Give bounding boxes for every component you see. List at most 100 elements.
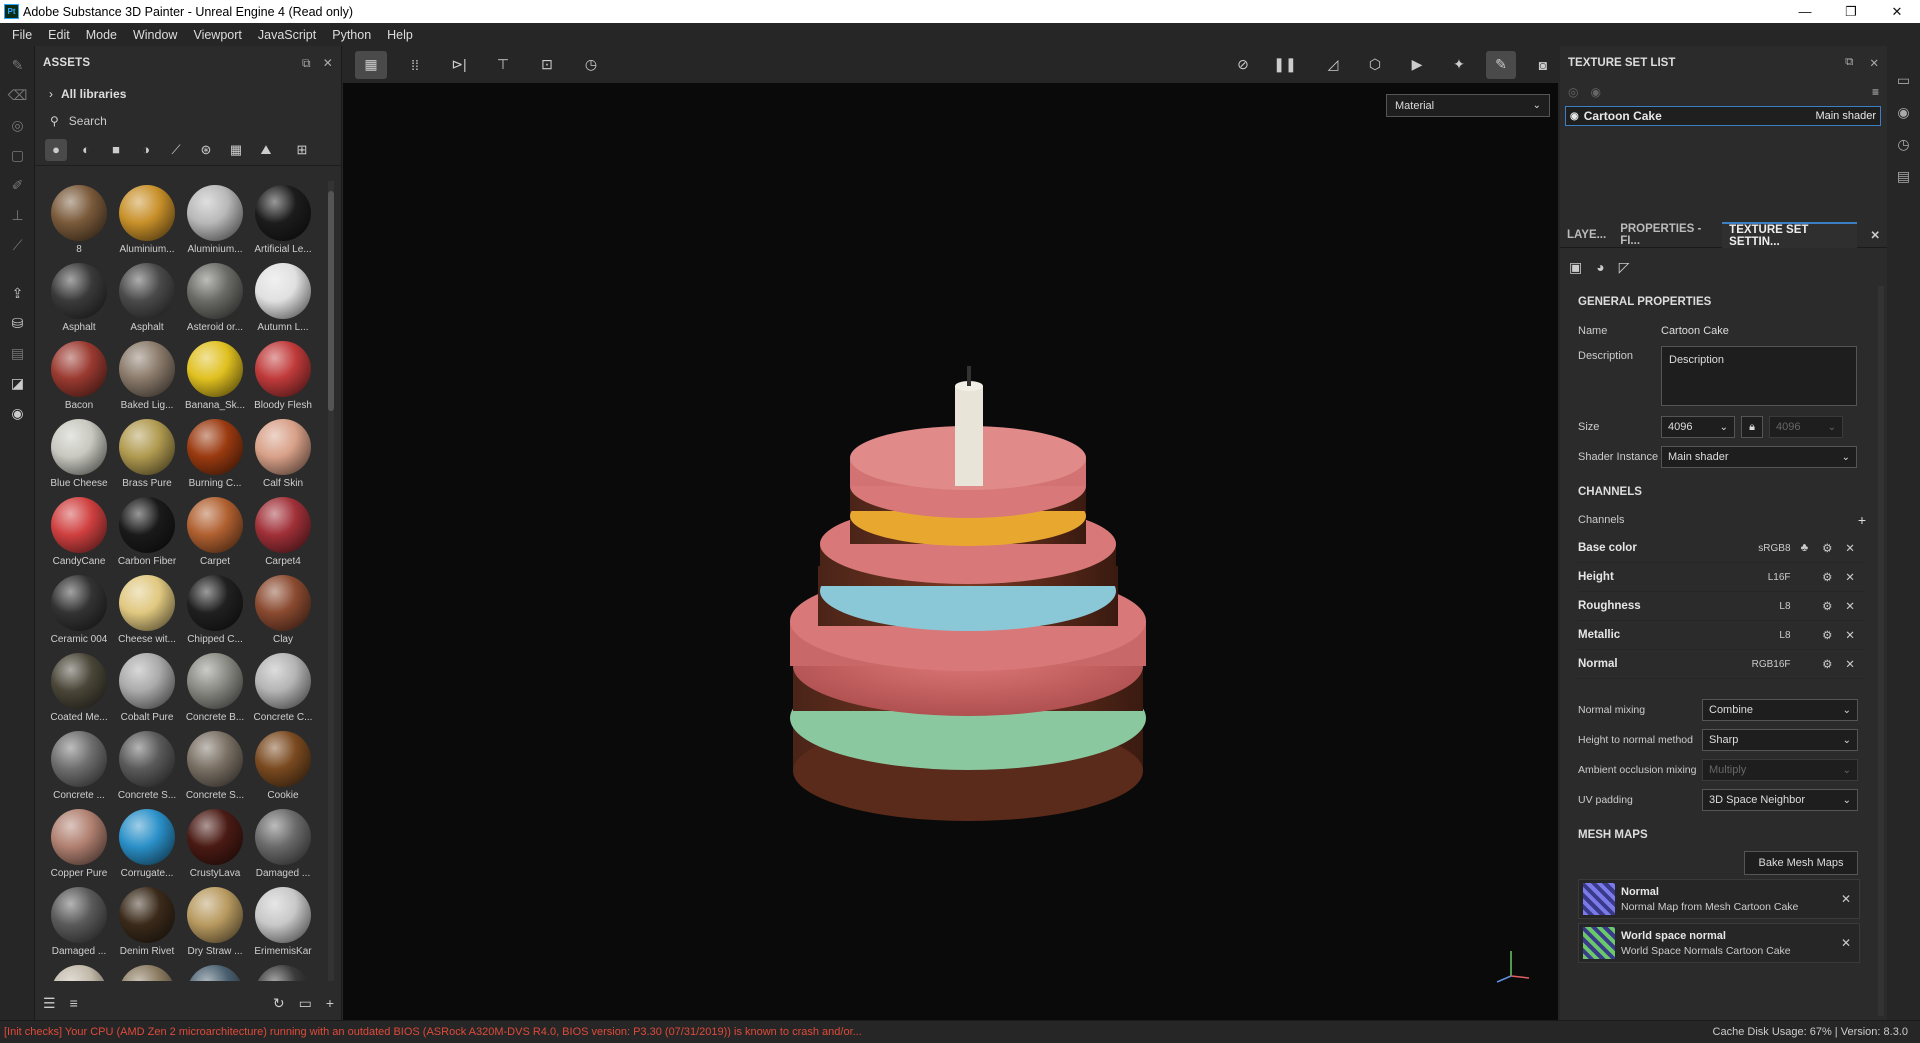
asset-tile[interactable]: Burning C...	[181, 415, 249, 493]
asset-tile[interactable]: 8	[45, 181, 113, 259]
search-input[interactable]: ⚲ Search	[35, 108, 341, 134]
remove-channel-icon[interactable]: ✕	[1836, 541, 1864, 555]
remove-channel-icon[interactable]: ✕	[1836, 570, 1864, 584]
menu-javascript[interactable]: JavaScript	[250, 28, 324, 42]
asset-tile[interactable]: Dry Straw ...	[181, 883, 249, 961]
gear-icon[interactable]: ⚙	[1818, 657, 1836, 671]
channel-row[interactable]: Height L16F ⚙ ✕	[1578, 563, 1864, 592]
menu-icon[interactable]: ≡	[1872, 85, 1879, 99]
close-icon[interactable]: ✕	[1874, 0, 1920, 23]
setting-select[interactable]: Combine ⌄	[1702, 699, 1858, 721]
menu-python[interactable]: Python	[324, 28, 379, 42]
solo-icon[interactable]: ◎	[1568, 85, 1578, 99]
shader-settings-icon[interactable]: ◪	[0, 368, 35, 398]
history-icon[interactable]: ◷	[575, 51, 607, 79]
gear-icon[interactable]: ⚙	[1818, 628, 1836, 642]
asset-tile[interactable]: Carpet	[181, 493, 249, 571]
mesh-map-item[interactable]: World space normal World Space Normals Ca…	[1578, 923, 1860, 963]
asset-tile[interactable]: Corrugate...	[113, 805, 181, 883]
material-icon[interactable]: ◕	[1596, 259, 1604, 275]
status-error-message[interactable]: [Init checks] Your CPU (AMD Zen 2 microa…	[4, 1026, 862, 1038]
asset-tile[interactable]: Concrete ...	[45, 727, 113, 805]
channel-format[interactable]: sRGB8	[1727, 543, 1790, 554]
pause-icon[interactable]: ❚❚	[1270, 51, 1300, 79]
remove-channel-icon[interactable]: ✕	[1836, 599, 1864, 613]
asset-tile[interactable]: CandyCane	[45, 493, 113, 571]
mesh-map-item[interactable]: Normal Normal Map from Mesh Cartoon Cake ✕	[1578, 879, 1860, 919]
asset-tile[interactable]: Bloody Flesh	[249, 337, 317, 415]
gear-icon[interactable]: ⚙	[1818, 570, 1836, 584]
close-panel-icon[interactable]: ✕	[1869, 56, 1879, 70]
menu-window[interactable]: Window	[125, 28, 185, 42]
3d-view-icon[interactable]: ⬡	[1360, 51, 1390, 79]
viewport[interactable]: ▦ ⁞⁞ ⊳| ⊤ ⊡ ◷ ⊘ ❚❚ ◿ ⬡ ▶ ✦ ✎ ◙ Material ⌄	[343, 46, 1558, 1020]
asset-tile[interactable]: Aluminium...	[113, 181, 181, 259]
symmetry-icon[interactable]: ⊳|	[443, 51, 475, 79]
channel-format[interactable]: L8	[1727, 630, 1790, 641]
size-select[interactable]: 4096 ⌄	[1661, 416, 1735, 438]
remove-mesh-map-icon[interactable]: ✕	[1841, 892, 1851, 906]
asset-tile[interactable]: Ceramic 004	[45, 571, 113, 649]
remove-mesh-map-icon[interactable]: ✕	[1841, 936, 1851, 950]
asset-tile[interactable]: Carbon Fiber	[113, 493, 181, 571]
properties-scrollbar[interactable]	[1878, 286, 1884, 1016]
paint-brush-icon[interactable]: ✎	[0, 50, 35, 80]
asset-tile[interactable]: Cookie	[249, 727, 317, 805]
import-icon[interactable]: ▭	[299, 995, 312, 1012]
asset-tile[interactable]	[113, 961, 181, 981]
log-icon[interactable]: ▤	[1887, 160, 1920, 192]
asset-tile[interactable]: Damaged ...	[45, 883, 113, 961]
smart-materials-filter-icon[interactable]: ◐	[75, 139, 97, 161]
channel-row[interactable]: Normal RGB16F ⚙ ✕	[1578, 650, 1864, 679]
description-field[interactable]: Description	[1661, 346, 1857, 406]
asset-tile[interactable]: Copper Pure	[45, 805, 113, 883]
menu-edit[interactable]: Edit	[40, 28, 78, 42]
asset-tile[interactable]: Blue Cheese	[45, 415, 113, 493]
grid-view-icon[interactable]: ⊞	[291, 139, 313, 161]
close-icon[interactable]: ✕	[1863, 228, 1887, 242]
smudge-icon[interactable]: ✐	[0, 170, 35, 200]
menu-file[interactable]: File	[4, 28, 40, 42]
tiling-icon[interactable]: ⁞⁞	[399, 51, 431, 79]
gear-icon[interactable]: ⚙	[1818, 599, 1836, 613]
setting-select[interactable]: 3D Space Neighbor ⌄	[1702, 789, 1858, 811]
asset-tile[interactable]: Concrete C...	[249, 649, 317, 727]
asset-tile[interactable]: Denim Rivet	[113, 883, 181, 961]
smart-masks-filter-icon[interactable]: ◑	[135, 139, 157, 161]
clone-icon[interactable]: ⊥	[0, 200, 35, 230]
details-view-icon[interactable]: ≡	[70, 995, 78, 1011]
remove-channel-icon[interactable]: ✕	[1836, 657, 1864, 671]
minimize-icon[interactable]: —	[1782, 0, 1828, 23]
channel-format[interactable]: RGB16F	[1727, 659, 1791, 670]
projection-icon[interactable]: ◎	[0, 110, 35, 140]
restore-icon[interactable]: ❐	[1828, 0, 1874, 23]
asset-tile[interactable]	[181, 961, 249, 981]
2d-view-icon[interactable]: ◿	[1318, 51, 1348, 79]
gear-icon[interactable]: ⚙	[1818, 541, 1836, 555]
comments-icon[interactable]: ▭	[1887, 64, 1920, 96]
add-channel-icon[interactable]: +	[1858, 512, 1866, 528]
color-profile-icon[interactable]: ♣	[1791, 542, 1819, 554]
grunges-filter-icon[interactable]: ▦	[225, 139, 247, 161]
refresh-icon[interactable]: ↻	[273, 995, 285, 1012]
frame-icon[interactable]: ⊡	[531, 51, 563, 79]
asset-tile[interactable]: Brass Pure	[113, 415, 181, 493]
asset-tile[interactable]: Artificial Le...	[249, 181, 317, 259]
align-icon[interactable]: ⊤	[487, 51, 519, 79]
menu-help[interactable]: Help	[379, 28, 421, 42]
eraser-icon[interactable]: ⌫	[0, 80, 35, 110]
channel-row[interactable]: Metallic L8 ⚙ ✕	[1578, 621, 1864, 650]
asset-tile[interactable]: Autumn L...	[249, 259, 317, 337]
shader-instance-select[interactable]: Main shader ⌄	[1661, 446, 1857, 468]
camera-icon[interactable]: ▶	[1402, 51, 1432, 79]
asset-tile[interactable]: Cobalt Pure	[113, 649, 181, 727]
asset-tile[interactable]: Carpet4	[249, 493, 317, 571]
hide-icon[interactable]: ⊘	[1228, 51, 1258, 79]
tab-layers[interactable]: LAYE...	[1560, 229, 1613, 241]
eye-icon[interactable]: ◉	[1570, 111, 1579, 122]
channel-format[interactable]: L8	[1727, 601, 1790, 612]
materials-filter-icon[interactable]: ●	[45, 138, 67, 161]
asset-tile[interactable]	[249, 961, 317, 981]
asset-tile[interactable]: CrustyLava	[181, 805, 249, 883]
asset-tile[interactable]: Bacon	[45, 337, 113, 415]
